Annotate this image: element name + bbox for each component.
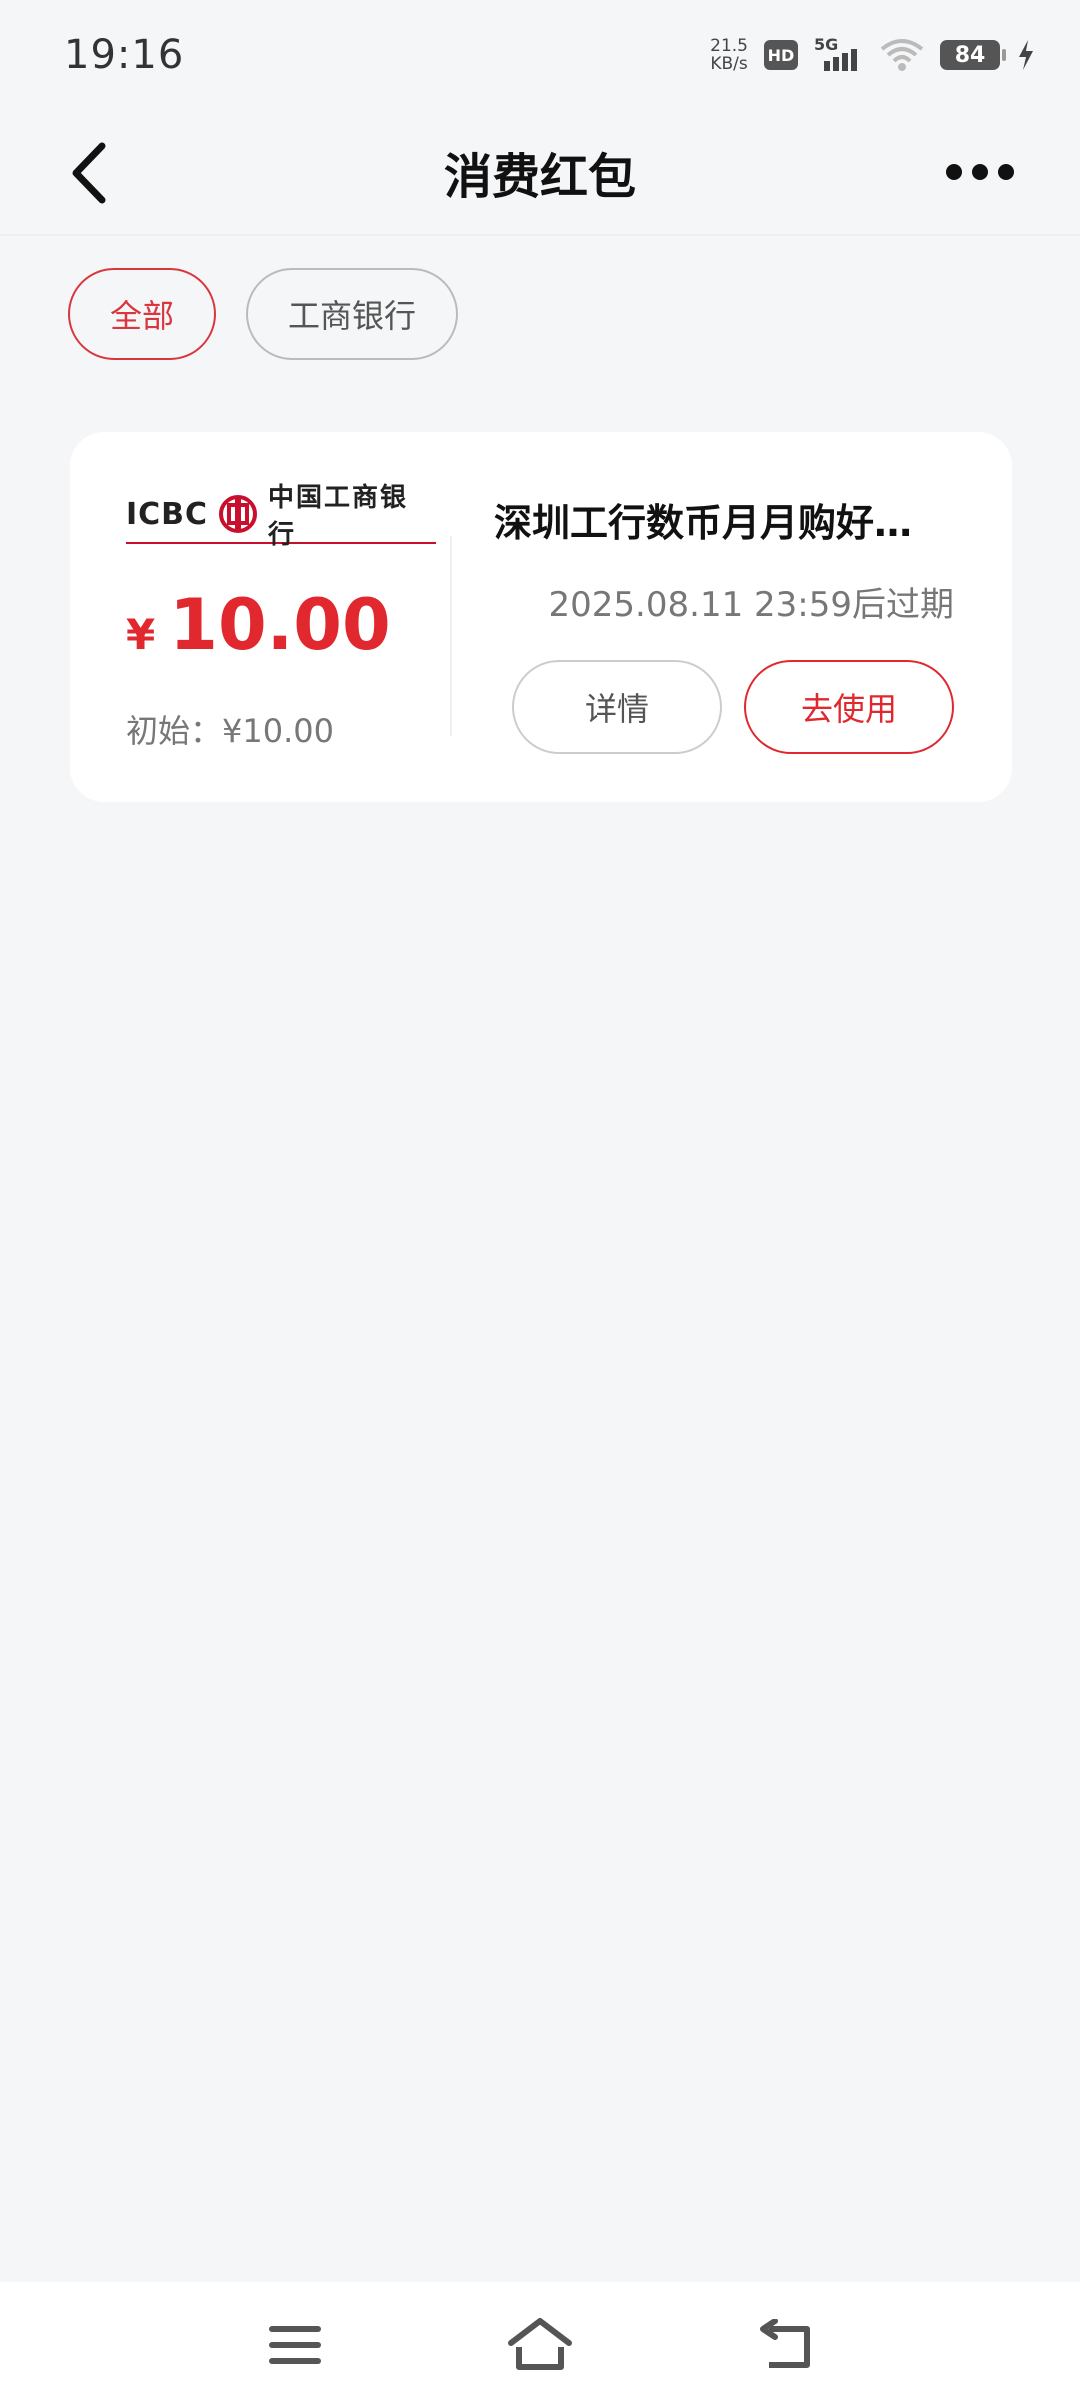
- card-divider: [450, 536, 452, 736]
- use-button[interactable]: 去使用: [744, 660, 954, 754]
- page-title: 消费红包: [443, 149, 636, 205]
- initial-amount: 初始：¥10.00: [126, 712, 334, 750]
- icbc-logo-text: ICBC: [126, 496, 209, 532]
- detail-button[interactable]: 详情: [512, 660, 722, 754]
- wifi-icon: [880, 39, 924, 71]
- icbc-emblem-icon: [219, 495, 258, 533]
- status-time: 19:16: [64, 32, 185, 78]
- filter-all[interactable]: 全部: [68, 268, 216, 360]
- bank-name: 中国工商银行: [268, 483, 409, 550]
- back-button[interactable]: [64, 140, 124, 206]
- signal-icon: 5G: [814, 35, 864, 75]
- coupon-title: 深圳工行数币月月购好…: [494, 501, 913, 545]
- coupon-card[interactable]: ICBC 中国工商银行 ¥ 10.00 初始：¥10.00 深圳工行数币月月购好…: [70, 432, 1012, 802]
- network-speed-value: 21.5: [710, 36, 748, 56]
- coupon-actions: 详情 去使用: [494, 660, 954, 754]
- more-button[interactable]: [946, 154, 1016, 190]
- bank-logo: ICBC 中国工商银行: [126, 483, 436, 550]
- coupon-expiry: 2025.08.11 23:59后过期: [548, 585, 954, 625]
- home-icon[interactable]: [505, 2317, 575, 2373]
- battery-icon: 84: [940, 40, 1006, 70]
- coupon-value-section: ICBC 中国工商银行 ¥ 10.00 初始：¥10.00: [126, 483, 446, 752]
- nav-bar: 消费红包: [0, 110, 1080, 236]
- menu-icon[interactable]: [265, 2320, 325, 2370]
- system-nav-bar: [0, 2282, 1080, 2408]
- coupon-info-section: 深圳工行数币月月购好… 2025.08.11 23:59后过期 详情 去使用: [494, 492, 954, 754]
- more-dot-icon: [998, 164, 1014, 180]
- hd-icon: HD: [764, 40, 798, 70]
- network-speed-unit: KB/s: [710, 54, 748, 74]
- status-bar: 19:16 21.5 KB/s HD 5G 84: [0, 0, 1080, 110]
- more-dot-icon: [946, 164, 962, 180]
- chevron-left-icon: [72, 142, 106, 204]
- status-icons: 21.5 KB/s HD 5G 84: [710, 35, 1036, 75]
- network-speed: 21.5 KB/s: [710, 37, 748, 73]
- filter-icbc[interactable]: 工商银行: [246, 268, 458, 360]
- charging-icon: [1019, 40, 1033, 70]
- amount-value: 10.00: [169, 584, 391, 666]
- back-nav-icon[interactable]: [755, 2319, 815, 2371]
- more-dot-icon: [972, 164, 988, 180]
- filter-bar: 全部 工商银行: [68, 268, 458, 360]
- currency-symbol: ¥: [126, 610, 156, 659]
- network-type-label: 5G: [814, 35, 839, 54]
- coupon-amount: ¥ 10.00: [126, 584, 446, 666]
